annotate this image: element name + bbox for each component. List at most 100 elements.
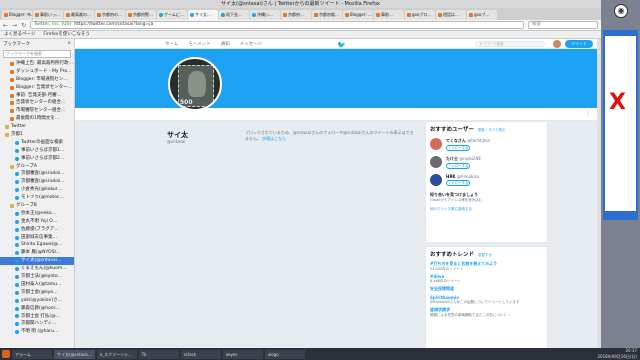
nav-messages[interactable]: メッセージ — [240, 41, 262, 47]
bookmark-item[interactable]: 小倉秀光(@kokur… — [0, 186, 74, 194]
refresh-link[interactable]: 更新・すべて表示 — [478, 128, 506, 132]
twitter-search-input[interactable]: キーワード検索 — [475, 41, 545, 47]
bookmark-item[interactable]: 事前: 告発支部-月審… — [0, 92, 74, 100]
clock[interactable]: 20:37 2018年09月16日(日) — [598, 348, 637, 359]
tweet-button[interactable]: ツイート — [565, 40, 593, 48]
browser-tab[interactable]: 京都府裁… — [312, 10, 342, 20]
bookmark-item[interactable]: 京都審査(@sriukai… — [0, 178, 74, 186]
browser-tab[interactable]: gooブロ… — [405, 10, 435, 20]
account-avatar[interactable] — [553, 40, 561, 48]
nav-home[interactable]: ホーム — [165, 41, 178, 47]
taskbar-task[interactable]: Tk — [138, 349, 179, 359]
bookmark-item[interactable]: 事前いさらば京都1… — [0, 147, 74, 155]
user-name[interactable]: たけ士 @noiki2NE — [446, 156, 481, 162]
bookmark-item[interactable]: くまえもん(@kuom… — [0, 265, 74, 273]
xeyes-widget[interactable]: ◉ — [614, 4, 628, 18]
bookmark-item[interactable]: ダッシュボード - My Pro… — [0, 68, 74, 76]
twitter-bird-icon[interactable]: 🐦 — [337, 41, 346, 49]
browser-tab[interactable]: Blogger: … — [343, 10, 373, 20]
browser-tab[interactable]: 事前いっ… — [33, 10, 63, 20]
close-icon[interactable]: × — [67, 41, 71, 46]
taskbar-task[interactable]: サイ太(@sntasa… — [54, 349, 95, 359]
browser-tab[interactable]: 事前… — [374, 10, 404, 20]
taskbar-task[interactable]: sclock — [180, 349, 221, 359]
user-name[interactable]: HRK @hiroakisa — [446, 174, 479, 179]
back-button[interactable]: ← — [3, 22, 8, 29]
bookmark-item[interactable]: Twitter — [0, 123, 74, 131]
bookmark-item[interactable]: Twitterの画面な検索 — [0, 139, 74, 147]
nav-moments[interactable]: モーメント — [188, 41, 210, 47]
profile-handle[interactable]: @sntasai — [167, 139, 185, 144]
url-text[interactable]: https://twitter.com/sntasai?lang=ja — [74, 22, 153, 28]
bookmark-item[interactable]: モトツゥ(@motoc… — [0, 194, 74, 202]
browser-tab[interactable]: 琉下金… — [219, 10, 249, 20]
find-people-sub[interactable]: Gmailからアドレス帳を読み込む — [430, 198, 543, 203]
bookmark-item[interactable]: グループB — [0, 202, 74, 210]
follow-button[interactable]: フォローする — [446, 180, 470, 186]
follow-button[interactable]: フォローする — [446, 163, 470, 169]
bookmark-item[interactable]: 事前いさらば京都2… — [0, 155, 74, 163]
connect-address-book-link[interactable]: 他のアドレス帳に接続する — [430, 207, 543, 212]
bookmark-link[interactable]: Firefoxを使いこなそう — [43, 31, 89, 38]
change-link[interactable]: 変更する — [478, 253, 492, 257]
bookmark-item[interactable]: 不明 明 (@haru… — [0, 328, 74, 336]
bookmark-item[interactable]: 田村泰人(@tamu… — [0, 281, 74, 289]
bookmark-item[interactable]: 京都関ハンディ… — [0, 320, 74, 328]
browser-tab[interactable]: 沖縄い… — [250, 10, 280, 20]
bookmark-item[interactable]: 藤本 鳳(@NYOSI… — [0, 249, 74, 257]
bookmark-item[interactable]: 市場審院センター組合… — [0, 107, 74, 115]
follow-button[interactable]: フォローする — [446, 145, 470, 151]
browser-tab[interactable]: サイ太… — [188, 10, 218, 20]
identity-label[interactable]: Twitter, Inc. (US) — [34, 22, 71, 28]
taskbar-task[interactable]: xlogo — [264, 349, 305, 359]
bookmark-link[interactable]: よく見るページ — [4, 31, 35, 38]
trend-item[interactable]: #打ち方を見ると名前を教えてみよう 24,000件のツイート — [430, 261, 543, 271]
browser-tab[interactable]: Blogger: 布… — [2, 10, 32, 20]
browser-tab[interactable]: 京都府… — [281, 10, 311, 20]
reload-button[interactable]: ↻ — [21, 22, 26, 29]
bookmark-item[interactable]: サイ太(@sntasai… — [0, 257, 74, 266]
bookmark-item[interactable]: 最後閲の1時間文を… — [0, 115, 74, 123]
browser-tab[interactable]: 京都府の… — [95, 10, 125, 20]
profile-avatar[interactable]: 500 — [168, 57, 222, 111]
menu-icon[interactable] — [2, 350, 10, 358]
trend-item[interactable]: Spiritboomix @Kinoshitaさんがこの話題についてツイートしてい… — [430, 295, 543, 304]
browser-tab[interactable]: 遊話は… — [436, 10, 466, 20]
forward-button[interactable]: → — [12, 22, 17, 29]
user-avatar[interactable] — [430, 138, 442, 150]
bookmark-item[interactable]: Shinto Egawa(@… — [0, 241, 74, 249]
more-icon[interactable]: ⋮ — [585, 110, 591, 117]
bookmark-item[interactable]: 京都士会 打払(@… — [0, 313, 74, 321]
sidebar-title[interactable]: ブックマーク — [3, 41, 30, 47]
bookmark-item[interactable]: 京都審査(@sriukai… — [0, 170, 74, 178]
taskbar-task[interactable]: xeyes — [222, 349, 263, 359]
taskbar-task[interactable]: a_スクリーンシ… — [96, 349, 137, 359]
trend-item[interactable]: #dlive 8,468件のツイート — [430, 274, 543, 283]
bookmark-item[interactable]: Blogger: 告発状センター… — [0, 84, 74, 92]
bookmark-item[interactable]: 藤森信教(@hoss… — [0, 305, 74, 313]
nav-notifications[interactable]: 通知 — [221, 41, 230, 47]
browser-tab[interactable]: gooブ… — [467, 10, 497, 20]
bookmark-item[interactable]: 京都1 — [0, 131, 74, 139]
bookmark-item[interactable]: 京都士会(@kyo… — [0, 289, 74, 297]
bookmark-item[interactable]: 告発状センターの組合… — [0, 99, 74, 107]
browser-tab[interactable]: ゲームに… — [157, 10, 187, 20]
search-input[interactable]: 検索 — [528, 21, 598, 29]
bookmark-item[interactable]: 田部城去信事業… — [0, 234, 74, 242]
trend-item[interactable]: 逮捕状請求 警察による任意の事情聴取でまたこの件について… — [430, 307, 543, 317]
trend-name[interactable]: 安全保障関連 — [430, 286, 543, 292]
trend-item[interactable]: 安全保障関連 — [430, 286, 543, 292]
bookmark-item[interactable]: 弥本王(@neko… — [0, 210, 74, 218]
bookmark-item[interactable]: グループA — [0, 163, 74, 171]
browser-tab[interactable]: 京都府警… — [126, 10, 156, 20]
user-avatar[interactable] — [430, 156, 442, 168]
bookmark-item[interactable]: 京都士法(@kyoto… — [0, 273, 74, 281]
bookmark-item[interactable]: 金丸不明 Yoji O… — [0, 218, 74, 226]
user-avatar[interactable] — [430, 174, 442, 186]
user-name[interactable]: てくなさん @techtjiron — [446, 138, 490, 144]
bookmark-item[interactable]: yoki(@yokion)さ… — [0, 297, 74, 305]
browser-tab[interactable]: 最高裁の… — [64, 10, 94, 20]
learn-more-link[interactable]: 詳細はこちら — [262, 136, 286, 141]
bookmark-item[interactable]: 沖縄上告: 最高裁判所行政… — [0, 60, 74, 68]
bookmark-item[interactable]: Blogger: 市場通院セン… — [0, 76, 74, 84]
